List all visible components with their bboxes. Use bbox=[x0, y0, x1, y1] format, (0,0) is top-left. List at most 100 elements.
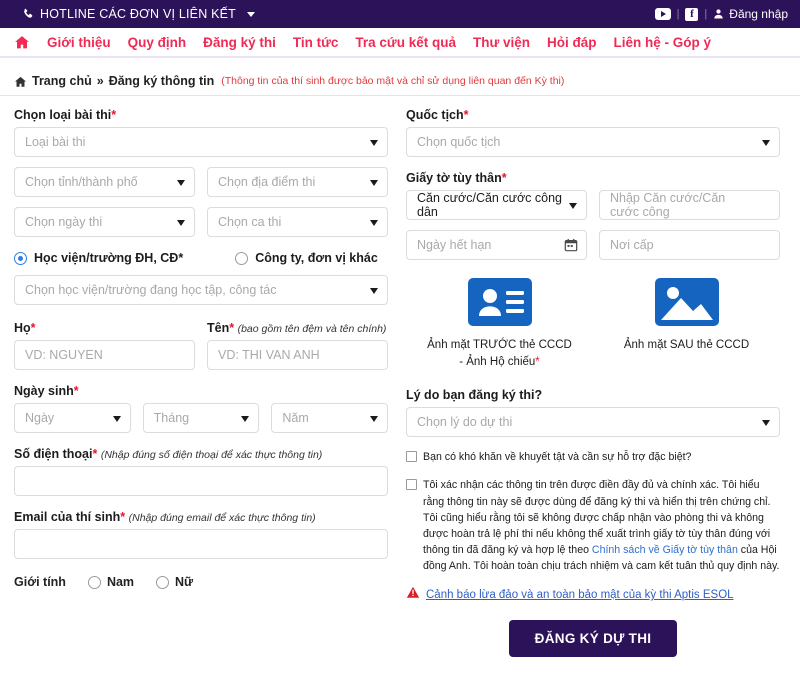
form-right-column: Quốc tịch* Chọn quốc tịch Giấy tờ tùy th… bbox=[406, 108, 780, 657]
reason-value: Chọn lý do dự thi bbox=[417, 415, 513, 430]
chevron-down-icon bbox=[762, 420, 770, 427]
id-expiry-value: Ngày hết hạn bbox=[417, 238, 492, 252]
nav-item-lien-he-gop-y[interactable]: Liên hệ - Góp ý bbox=[614, 35, 712, 50]
id-policy-link[interactable]: Chính sách về Giấy tờ tùy thân bbox=[592, 544, 738, 556]
radio-option-male[interactable]: Nam bbox=[87, 575, 134, 589]
reason-select[interactable]: Chọn lý do dự thi bbox=[406, 407, 780, 438]
givenname-label: Tên* (bao gồm tên đệm và tên chính) bbox=[207, 321, 387, 335]
terms-checkbox[interactable] bbox=[406, 479, 417, 491]
province-value: Chọn tỉnh/thành phố bbox=[25, 175, 138, 189]
school-value: Chọn học viện/trường đang học tập, công … bbox=[25, 283, 277, 297]
main-navigation: Giới thiệu Quy định Đăng ký thi Tin tức … bbox=[0, 28, 800, 58]
province-select[interactable]: Chọn tỉnh/thành phố bbox=[14, 167, 195, 197]
warning-triangle-icon bbox=[406, 586, 420, 604]
email-label: Email của thí sinh* (Nhập đúng email để … bbox=[14, 510, 316, 524]
fraud-warning-row[interactable]: Cảnh báo lừa đảo và an toàn bảo mật của … bbox=[406, 586, 780, 604]
registration-form: Chọn loại bài thi* Loại bài thi Chọn tỉn… bbox=[0, 96, 800, 657]
upload-back-cell[interactable]: Ảnh mặt SAU thẻ CCCD bbox=[593, 278, 780, 370]
hotline-dropdown[interactable]: HOTLINE CÁC ĐƠN VỊ LIÊN KẾT bbox=[22, 7, 256, 21]
breadcrumb-home-link[interactable]: Trang chủ bbox=[32, 74, 92, 88]
radio-school-label: Học viện/trường ĐH, CĐ bbox=[34, 251, 179, 265]
radio-school-input[interactable] bbox=[14, 251, 27, 265]
reason-label: Lý do bạn đăng ký thi? bbox=[406, 388, 543, 403]
chevron-down-icon bbox=[370, 140, 378, 146]
nationality-select[interactable]: Chọn quốc tịch bbox=[406, 127, 780, 157]
calendar-icon[interactable] bbox=[564, 238, 578, 255]
phone-icon bbox=[22, 8, 34, 20]
upload-front-label: Ảnh mặt TRƯỚC thẻ CCCD - Ảnh Hộ chiếu* bbox=[427, 339, 572, 368]
exam-shift-select[interactable]: Chọn ca thi bbox=[207, 207, 388, 237]
email-input[interactable] bbox=[14, 529, 388, 559]
facebook-icon[interactable]: f bbox=[685, 7, 699, 21]
terms-checkbox-row[interactable]: Tôi xác nhận các thông tin trên được điề… bbox=[406, 477, 780, 574]
divider: | bbox=[704, 8, 708, 20]
exam-type-select[interactable]: Loại bài thi bbox=[14, 127, 388, 157]
chevron-down-icon bbox=[112, 416, 121, 422]
nav-item-hoi-dap[interactable]: Hỏi đáp bbox=[547, 35, 597, 50]
gender-radio-group: Giới tính Nam Nữ bbox=[14, 575, 388, 589]
submit-registration-button[interactable]: ĐĂNG KÝ DỰ THI bbox=[508, 620, 678, 657]
breadcrumb-separator: » bbox=[96, 73, 104, 88]
hotline-label: HOTLINE CÁC ĐƠN VỊ LIÊN KẾT bbox=[40, 7, 237, 21]
chevron-down-icon bbox=[370, 220, 378, 226]
form-left-column: Chọn loại bài thi* Loại bài thi Chọn tỉn… bbox=[14, 108, 389, 657]
surname-input[interactable]: VD: NGUYEN bbox=[14, 340, 195, 370]
phone-label: Số điện thoại* (Nhập đúng số điện thoại … bbox=[14, 447, 323, 461]
nationality-value: Chọn quốc tịch bbox=[417, 135, 501, 149]
nav-item-thu-vien[interactable]: Thư viện bbox=[473, 35, 530, 50]
nav-item-gioi-thieu[interactable]: Giới thiệu bbox=[47, 35, 111, 50]
surname-label: Họ* bbox=[14, 321, 36, 335]
surname-value: VD: NGUYEN bbox=[25, 348, 103, 362]
nav-item-tra-cuu-ket-qua[interactable]: Tra cứu kết quả bbox=[355, 35, 456, 50]
dob-day-select[interactable]: Ngày bbox=[14, 403, 131, 433]
nav-item-dang-ky-thi[interactable]: Đăng ký thi bbox=[203, 35, 276, 50]
radio-male-input[interactable] bbox=[87, 575, 101, 589]
breadcrumb-note: (Thông tin của thí sinh được bảo mật và … bbox=[221, 74, 565, 87]
radio-female-input[interactable] bbox=[156, 575, 170, 589]
school-select[interactable]: Chọn học viện/trường đang học tập, công … bbox=[14, 275, 388, 305]
radio-option-female[interactable]: Nữ bbox=[156, 575, 193, 589]
radio-company-input[interactable] bbox=[235, 251, 249, 265]
dob-year-value: Năm bbox=[282, 411, 309, 425]
breadcrumb: Trang chủ » Đăng ký thông tin (Thông tin… bbox=[0, 66, 800, 96]
radio-option-school[interactable]: Học viện/trường ĐH, CĐ* bbox=[14, 251, 183, 265]
nav-item-quy-dinh[interactable]: Quy định bbox=[128, 35, 187, 50]
chevron-down-icon bbox=[241, 416, 250, 422]
dob-year-select[interactable]: Năm bbox=[271, 403, 389, 433]
radio-company-label: Công ty, đơn vị khác bbox=[255, 251, 378, 265]
exam-location-value: Chọn địa điểm thi bbox=[218, 175, 316, 189]
radio-female-label: Nữ bbox=[175, 575, 194, 589]
radio-option-company[interactable]: Công ty, đơn vị khác bbox=[235, 251, 378, 265]
home-icon[interactable] bbox=[14, 35, 30, 50]
disability-checkbox[interactable] bbox=[406, 451, 417, 463]
id-type-select[interactable]: Căn cước/Căn cước công dân bbox=[406, 190, 587, 220]
givenname-value: VD: THI VAN ANH bbox=[218, 348, 320, 362]
nav-item-tin-tuc[interactable]: Tin tức bbox=[293, 35, 339, 50]
id-card-icon[interactable] bbox=[467, 278, 532, 330]
document-upload-section: Ảnh mặt TRƯỚC thẻ CCCD - Ảnh Hộ chiếu* Ả… bbox=[406, 278, 780, 370]
image-icon[interactable] bbox=[654, 278, 719, 330]
phone-input[interactable] bbox=[14, 466, 388, 496]
chevron-down-icon bbox=[177, 180, 185, 186]
id-number-input[interactable]: Nhập Căn cước/Căn cước công bbox=[599, 190, 780, 220]
divider: | bbox=[676, 8, 680, 20]
exam-shift-value: Chọn ca thi bbox=[218, 215, 282, 229]
exam-type-value: Loại bài thi bbox=[25, 135, 86, 149]
upload-back-label: Ảnh mặt SAU thẻ CCCD bbox=[623, 339, 750, 351]
givenname-input[interactable]: VD: THI VAN ANH bbox=[207, 340, 388, 370]
givenname-group: Tên* (bao gồm tên đệm và tên chính) VD: … bbox=[207, 321, 388, 370]
disability-checkbox-row[interactable]: Bạn có khó khăn về khuyết tật và cần sự … bbox=[406, 449, 780, 465]
id-expiry-input[interactable]: Ngày hết hạn bbox=[406, 230, 587, 260]
dob-month-select[interactable]: Tháng bbox=[142, 403, 260, 433]
upload-front-cell[interactable]: Ảnh mặt TRƯỚC thẻ CCCD - Ảnh Hộ chiếu* bbox=[406, 278, 593, 370]
login-link[interactable]: Đăng nhập bbox=[729, 7, 788, 21]
exam-date-select[interactable]: Chọn ngày thi bbox=[14, 207, 195, 237]
fraud-warning-link[interactable]: Cảnh báo lừa đảo và an toàn bảo mật của … bbox=[426, 589, 734, 601]
gender-label: Giới tính bbox=[14, 575, 66, 589]
id-issue-place-input[interactable]: Nơi cấp bbox=[599, 230, 780, 260]
disability-checkbox-label: Bạn có khó khăn về khuyết tật và cần sự … bbox=[423, 451, 692, 464]
exam-location-select[interactable]: Chọn địa điểm thi bbox=[207, 167, 388, 197]
chevron-down-icon bbox=[370, 416, 379, 422]
chevron-down-icon bbox=[370, 180, 378, 186]
youtube-icon[interactable] bbox=[654, 8, 671, 20]
